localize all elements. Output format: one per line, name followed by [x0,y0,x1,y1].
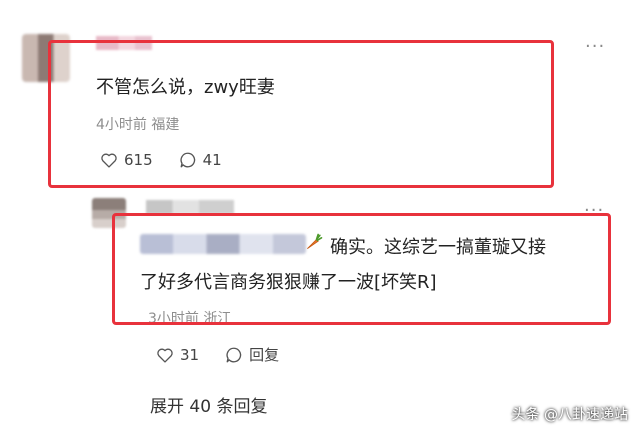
avatar[interactable] [92,198,126,228]
comment-text-line-2: 了好多代言商务狠狠赚了一波[坏笑R] [140,272,437,293]
comment-actions: 31 回复 [156,344,279,365]
heart-icon [100,152,118,168]
expand-replies-button[interactable]: 展开 40 条回复 [150,392,267,417]
more-icon[interactable]: ··· [584,200,604,221]
like-count: 615 [124,151,153,169]
mention-blurred[interactable] [140,234,306,254]
like-button[interactable]: 31 [156,346,199,364]
comment-meta: 4小时前 福建 [96,117,180,133]
reply-label: 回复 [249,346,280,364]
carrot-emoji-icon [304,232,324,252]
reply-count-button[interactable]: 41 [179,151,222,169]
comment-icon [179,151,197,169]
username-blurred[interactable] [96,36,152,50]
like-count: 31 [180,345,200,364]
comment-meta: 3小时前 浙江 [148,311,232,327]
comment-text: 不管怎么说，zwy旺妻 [96,77,275,98]
comment-icon [225,346,243,364]
comment-actions: 615 41 [100,151,222,169]
avatar[interactable] [22,34,70,82]
heart-icon [156,347,174,363]
like-button[interactable]: 615 [100,151,153,169]
comment-text-line-1: 确实。这综艺一搞董璇又接 [330,237,546,258]
more-icon[interactable]: ··· [585,36,605,57]
reply-button[interactable]: 回复 [225,344,279,365]
watermark: 头条 @八卦速递站 [511,407,628,423]
username-blurred[interactable] [146,200,234,214]
reply-count: 41 [202,151,222,169]
